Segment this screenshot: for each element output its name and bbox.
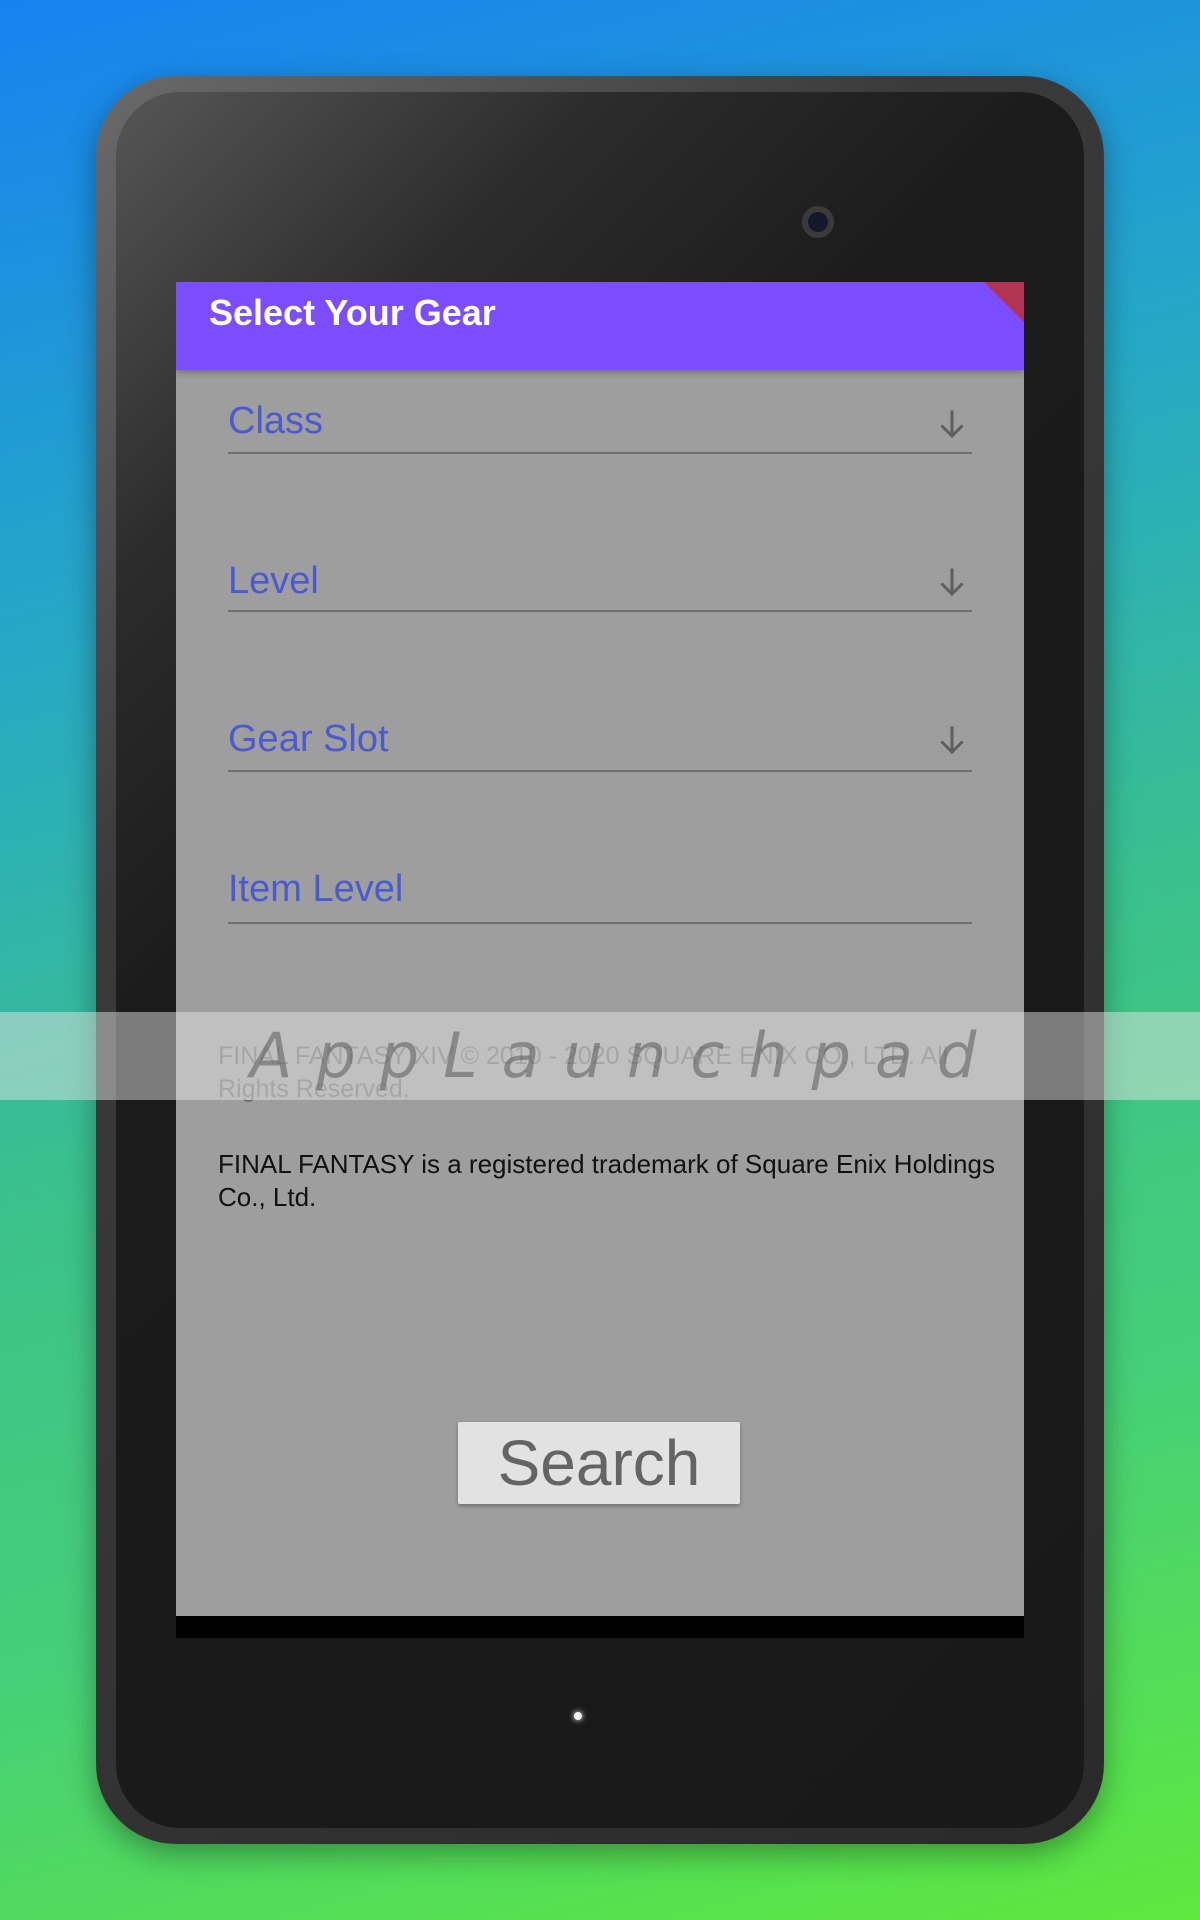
trademark-notice: FINAL FANTASY is a registered trademark …	[218, 1149, 995, 1212]
device-screen: Select Your Gear Class Level Gear Slot I…	[176, 282, 1024, 1638]
search-button[interactable]: Search	[458, 1422, 740, 1504]
front-camera	[802, 206, 834, 238]
level-label: Level	[228, 560, 319, 602]
home-indicator-light	[574, 1712, 582, 1720]
debug-banner	[984, 282, 1024, 322]
app-bar: Select Your Gear	[176, 282, 1024, 370]
arrow-down-icon	[940, 726, 964, 755]
watermark-text: AppLaunchpad	[250, 1019, 1001, 1092]
gear-slot-dropdown[interactable]: Gear Slot	[228, 710, 972, 772]
item-level-field[interactable]: Item Level	[228, 862, 972, 924]
page-title: Select Your Gear	[209, 292, 496, 333]
class-dropdown[interactable]: Class	[228, 392, 972, 454]
item-level-label: Item Level	[228, 868, 404, 910]
app-content: Select Your Gear Class Level Gear Slot I…	[176, 282, 1024, 1616]
class-label: Class	[228, 400, 324, 442]
arrow-down-icon	[940, 568, 964, 597]
level-dropdown[interactable]: Level	[228, 550, 972, 612]
gear-slot-label: Gear Slot	[228, 718, 389, 760]
arrow-down-icon	[940, 410, 964, 439]
